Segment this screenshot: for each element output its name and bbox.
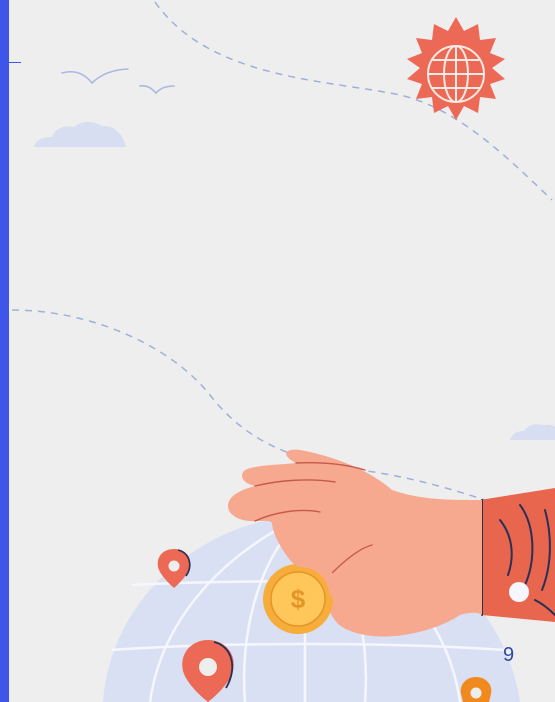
bird-icon	[61, 68, 175, 95]
cloud-icon-right	[510, 424, 555, 440]
coin-symbol: $	[291, 584, 306, 614]
cloud-icon	[34, 121, 126, 147]
finance-illustration: $	[11, 1, 555, 702]
sleeve-illustration	[480, 488, 555, 622]
dashed-path-top	[154, 1, 553, 201]
globe-badge-icon	[407, 17, 505, 120]
page-number: 9	[503, 644, 515, 666]
